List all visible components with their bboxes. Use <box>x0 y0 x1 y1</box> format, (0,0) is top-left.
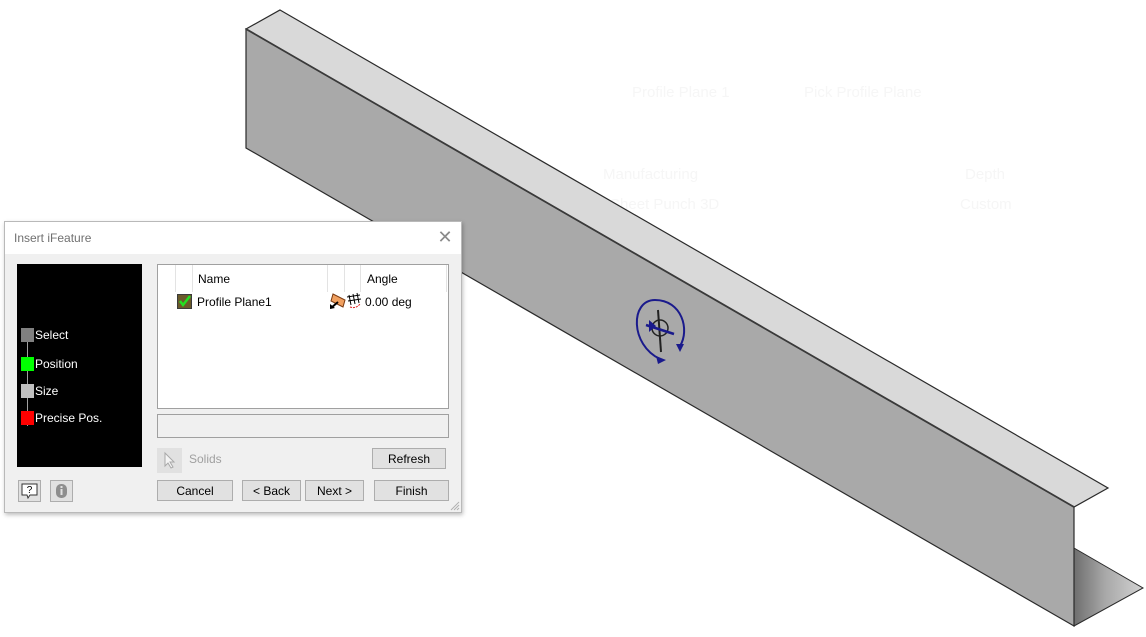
next-button[interactable]: Next > <box>305 480 364 501</box>
cancel-button[interactable]: Cancel <box>157 480 233 501</box>
help-button[interactable]: ? <box>18 480 41 502</box>
select-solids-button[interactable] <box>157 448 182 473</box>
column-header-angle[interactable]: Angle <box>367 272 398 286</box>
step-indicator <box>21 328 34 342</box>
rotate-angle-icon[interactable] <box>346 292 362 312</box>
bottom-flange-face[interactable] <box>1073 547 1145 627</box>
step-select: Select <box>21 328 68 342</box>
column-separator <box>327 265 328 292</box>
column-separator <box>360 265 361 292</box>
status-field <box>157 414 449 438</box>
step-label: Position <box>35 357 78 371</box>
back-button[interactable]: < Back <box>242 480 301 501</box>
step-indicator <box>21 384 34 398</box>
solids-label: Solids <box>189 452 222 466</box>
dialog-titlebar[interactable]: Insert iFeature ✕ <box>5 222 461 254</box>
column-separator <box>344 265 345 292</box>
wizard-steps-panel: Select Position Size Precise Pos. <box>17 264 142 467</box>
step-label: Select <box>35 328 69 342</box>
column-header-name[interactable]: Name <box>198 272 230 286</box>
column-separator <box>446 265 447 292</box>
profile-plane-icon[interactable] <box>330 292 346 312</box>
angle-value[interactable]: 0.00 deg <box>365 295 412 309</box>
dialog-title: Insert iFeature <box>14 231 92 245</box>
column-separator <box>175 265 176 292</box>
info-button[interactable] <box>50 480 73 502</box>
close-icon[interactable]: ✕ <box>435 227 455 247</box>
finish-button[interactable]: Finish <box>374 480 449 501</box>
step-label: Precise Pos. <box>35 411 103 425</box>
refresh-button[interactable]: Refresh <box>372 448 446 469</box>
insert-ifeature-dialog: Insert iFeature ✕ Select Position Size P… <box>4 221 462 513</box>
step-indicator <box>21 357 34 371</box>
step-indicator <box>21 411 34 425</box>
column-separator <box>192 265 193 292</box>
step-label: Size <box>35 384 59 398</box>
cursor-arrow-icon <box>164 451 176 469</box>
step-size: Size <box>21 384 58 398</box>
resize-grip-icon[interactable] <box>450 501 460 511</box>
table-row[interactable]: Profile Plane1 0.00 deg <box>158 292 448 310</box>
feature-name[interactable]: Profile Plane1 <box>197 295 272 309</box>
step-precise-pos: Precise Pos. <box>21 411 102 425</box>
feature-table[interactable]: Name Angle Profile Plane1 0.00 deg <box>157 264 449 409</box>
checkbox-checked-icon[interactable] <box>177 294 192 309</box>
svg-text:?: ? <box>27 485 33 496</box>
info-icon <box>56 484 67 498</box>
help-icon: ? <box>21 483 38 500</box>
step-position: Position <box>21 357 78 371</box>
